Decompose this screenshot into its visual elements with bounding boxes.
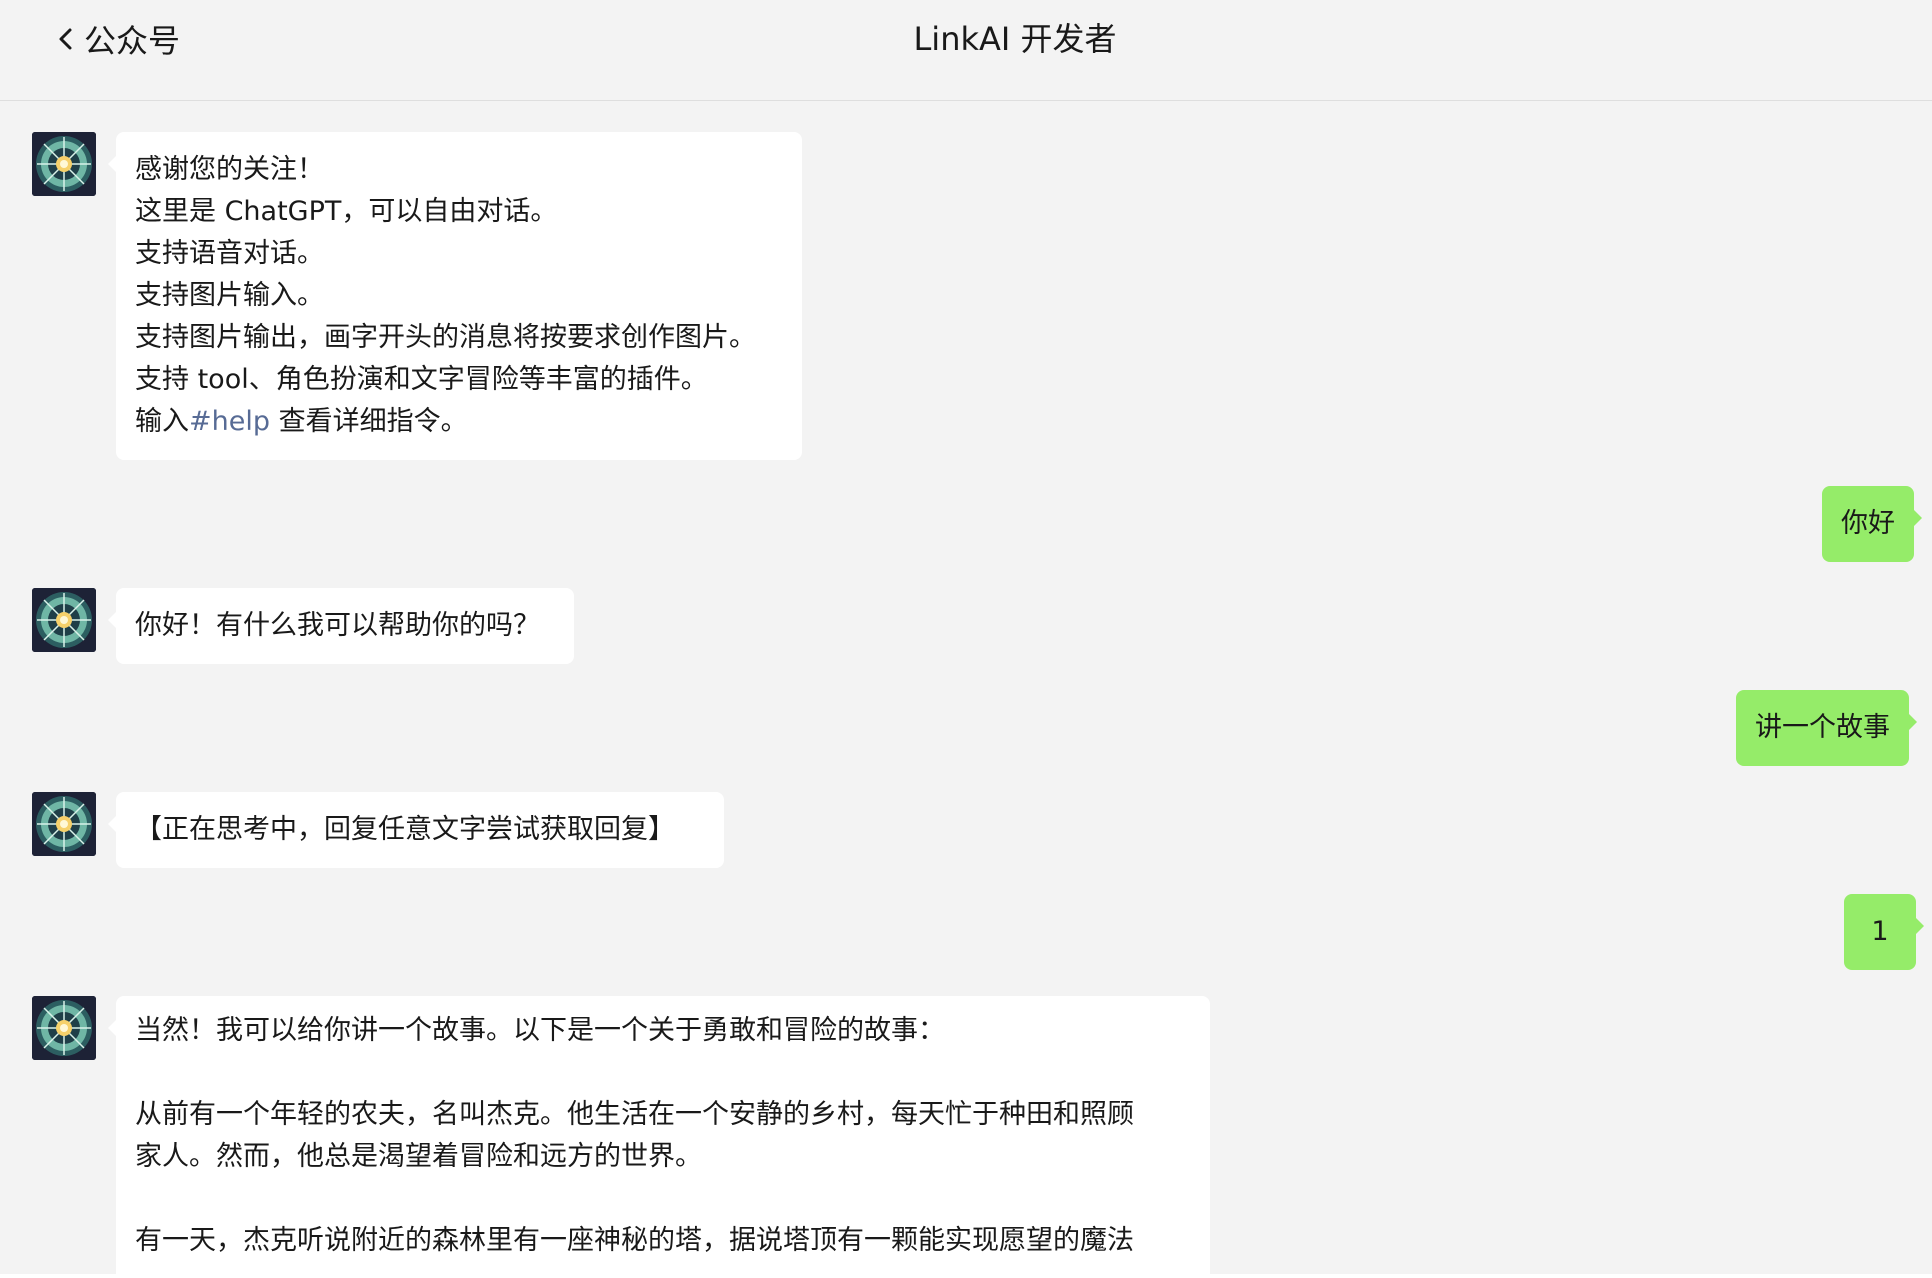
message-line <box>135 1052 1191 1094</box>
help-instruction-line: 输入#help 查看详细指令。 <box>135 401 783 443</box>
bot-avatar[interactable] <box>32 588 96 652</box>
user-message: 1 <box>1844 894 1924 970</box>
bot-welcome-message: 感谢您的关注！ 这里是 ChatGPT，可以自由对话。 支持语音对话。 支持图片… <box>108 132 802 460</box>
message-line: 这里是 ChatGPT，可以自由对话。 <box>135 196 558 227</box>
message-text: 讲一个故事 <box>1755 712 1890 743</box>
message-line: 支持 tool、角色扮演和文字冒险等丰富的插件。 <box>135 364 708 395</box>
message-line: 支持语音对话。 <box>135 238 324 269</box>
message-text: 你好 <box>1841 508 1895 539</box>
chevron-left-icon <box>52 24 82 54</box>
message-text: 你好！有什么我可以帮助你的吗？ <box>135 610 540 641</box>
orb-icon <box>32 588 96 652</box>
user-message: 讲一个故事 <box>1736 690 1917 766</box>
message-line: 家人。然而，他总是渴望着冒险和远方的世界。 <box>135 1141 702 1172</box>
user-message: 你好 <box>1822 486 1922 562</box>
orb-icon <box>32 792 96 856</box>
bot-message: 你好！有什么我可以帮助你的吗？ <box>108 588 574 664</box>
message-text: 1 <box>1871 916 1889 947</box>
message-line: 当然！我可以给你讲一个故事。以下是一个关于勇敢和冒险的故事： <box>135 1015 945 1046</box>
help-prefix: 输入 <box>135 406 189 437</box>
wechat-window: 公众号 LinkAI 开发者 感谢您的关注！ 这里是 ChatGPT，可以自由对… <box>0 0 1932 1278</box>
chat-title: LinkAI 开发者 <box>913 20 1117 58</box>
message-line <box>135 1178 1191 1220</box>
orb-icon <box>32 132 96 196</box>
help-command-link[interactable]: #help <box>189 406 270 437</box>
official-account-chat: 公众号 LinkAI 开发者 感谢您的关注！ 这里是 ChatGPT，可以自由对… <box>0 0 1932 1274</box>
bot-avatar[interactable] <box>32 132 96 196</box>
message-line: 有一天，杰克听说附近的森林里有一座神秘的塔，据说塔顶有一颗能实现愿望的魔法 <box>135 1225 1134 1256</box>
bot-avatar[interactable] <box>32 792 96 856</box>
orb-icon <box>32 996 96 1060</box>
message-line: 支持图片输出，画字开头的消息将按要求创作图片。 <box>135 322 756 353</box>
back-label: 公众号 <box>84 22 181 60</box>
back-button[interactable]: 公众号 <box>52 18 180 60</box>
bot-thinking-message: 【正在思考中，回复任意文字尝试获取回复】 <box>108 792 724 868</box>
message-line: 支持图片输入。 <box>135 280 324 311</box>
message-text: 【正在思考中，回复任意文字尝试获取回复】 <box>135 814 675 845</box>
bot-story-message: 当然！我可以给你讲一个故事。以下是一个关于勇敢和冒险的故事： 从前有一个年轻的农… <box>108 996 1210 1274</box>
message-line: 感谢您的关注！ <box>135 154 324 185</box>
message-line: 从前有一个年轻的农夫，名叫杰克。他生活在一个安静的乡村，每天忙于种田和照顾 <box>135 1099 1134 1130</box>
help-suffix: 查看详细指令。 <box>270 406 468 437</box>
bot-avatar[interactable] <box>32 996 96 1060</box>
chat-header: 公众号 LinkAI 开发者 <box>0 0 1932 101</box>
